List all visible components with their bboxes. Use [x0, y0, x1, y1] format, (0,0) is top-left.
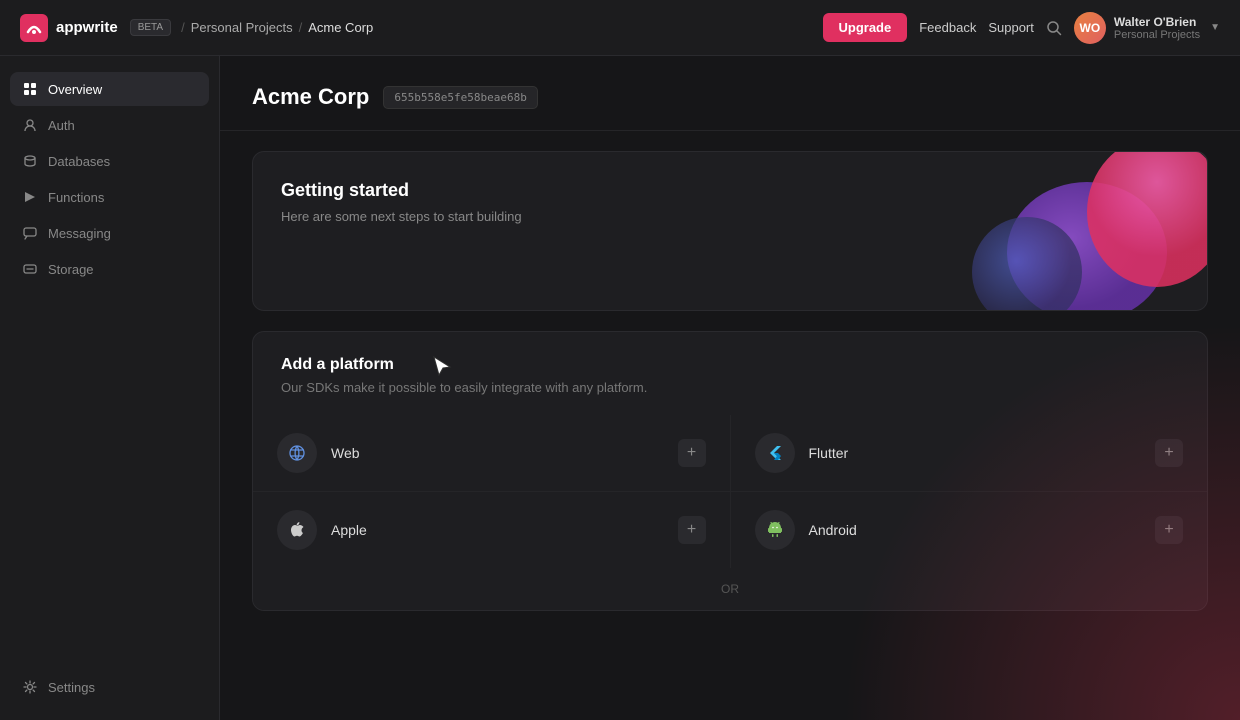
project-id-badge[interactable]: 655b558e5fe58beae68b: [383, 86, 537, 109]
web-platform-label: Web: [331, 445, 664, 461]
user-menu[interactable]: WO Walter O'Brien Personal Projects ▼: [1074, 12, 1220, 44]
android-platform-label: Android: [809, 522, 1142, 538]
storage-icon: [22, 261, 38, 277]
sidebar-bottom: Settings: [0, 660, 219, 704]
platform-grid: Web + Flutter +: [253, 415, 1207, 568]
platform-header: Add a platform Our SDKs make it possible…: [253, 332, 1207, 395]
apple-add-button[interactable]: +: [678, 516, 706, 544]
upgrade-button[interactable]: Upgrade: [823, 13, 908, 42]
apple-platform-icon: [277, 510, 317, 550]
beta-badge: BETA: [130, 19, 171, 36]
search-button[interactable]: [1046, 20, 1062, 36]
sidebar-item-auth-label: Auth: [48, 118, 75, 133]
breadcrumb-current: Acme Corp: [308, 20, 373, 35]
platform-subtitle: Our SDKs make it possible to easily inte…: [281, 380, 647, 395]
sidebar-item-databases-label: Databases: [48, 154, 110, 169]
breadcrumb-sep2: /: [299, 20, 303, 35]
main-layout: Overview Auth Database: [0, 56, 1240, 720]
main-content: Acme Corp 655b558e5fe58beae68b Getting s…: [220, 56, 1240, 720]
breadcrumb-personal-projects[interactable]: Personal Projects: [191, 20, 293, 35]
getting-started-title: Getting started: [281, 180, 750, 201]
platform-container: Add a platform Our SDKs make it possible…: [252, 331, 1208, 611]
project-title: Acme Corp: [252, 84, 369, 110]
platform-item-web[interactable]: Web +: [253, 415, 730, 491]
chevron-down-icon: ▼: [1210, 22, 1220, 33]
feedback-button[interactable]: Feedback: [919, 20, 976, 35]
flutter-platform-icon: [755, 433, 795, 473]
messaging-icon: [22, 225, 38, 241]
flutter-platform-label: Flutter: [809, 445, 1142, 461]
android-add-button[interactable]: +: [1155, 516, 1183, 544]
sidebar: Overview Auth Database: [0, 56, 220, 720]
navbar-right: Upgrade Feedback Support WO Walter O'Bri…: [823, 12, 1221, 44]
avatar: WO: [1074, 12, 1106, 44]
logo: appwrite BETA: [20, 14, 171, 42]
sidebar-item-settings[interactable]: Settings: [10, 670, 209, 704]
sidebar-item-overview-label: Overview: [48, 82, 102, 97]
platform-section: Add a platform Our SDKs make it possible…: [220, 331, 1240, 631]
sidebar-item-functions-label: Functions: [48, 190, 104, 205]
project-header: Acme Corp 655b558e5fe58beae68b: [220, 56, 1240, 131]
platform-item-flutter[interactable]: Flutter +: [731, 415, 1208, 491]
sidebar-item-messaging[interactable]: Messaging: [10, 216, 209, 250]
navbar: appwrite BETA / Personal Projects / Acme…: [0, 0, 1240, 56]
sidebar-item-auth[interactable]: Auth: [10, 108, 209, 142]
apple-platform-label: Apple: [331, 522, 664, 538]
support-button[interactable]: Support: [988, 20, 1034, 35]
platform-item-apple[interactable]: Apple +: [253, 492, 730, 568]
overview-icon: [22, 81, 38, 97]
sidebar-item-functions[interactable]: Functions: [10, 180, 209, 214]
getting-started-subtitle: Here are some next steps to start buildi…: [281, 209, 750, 224]
sidebar-item-messaging-label: Messaging: [48, 226, 111, 241]
databases-icon: [22, 153, 38, 169]
settings-icon: [22, 679, 38, 695]
appwrite-logo-icon: [20, 14, 48, 42]
auth-icon: [22, 117, 38, 133]
user-org: Personal Projects: [1114, 29, 1200, 41]
functions-icon: [22, 189, 38, 205]
user-name: Walter O'Brien: [1114, 15, 1200, 29]
web-platform-icon: [277, 433, 317, 473]
sidebar-item-storage[interactable]: Storage: [10, 252, 209, 286]
breadcrumb: / Personal Projects / Acme Corp: [181, 20, 373, 35]
sidebar-item-overview[interactable]: Overview: [10, 72, 209, 106]
decorative-blob: [927, 151, 1208, 311]
flutter-add-button[interactable]: +: [1155, 439, 1183, 467]
sidebar-item-storage-label: Storage: [48, 262, 94, 277]
breadcrumb-sep1: /: [181, 20, 185, 35]
android-platform-icon: [755, 510, 795, 550]
sidebar-nav: Overview Auth Database: [0, 72, 219, 660]
platform-title: Add a platform: [281, 356, 647, 374]
app-name: appwrite: [56, 19, 118, 36]
web-add-button[interactable]: +: [678, 439, 706, 467]
or-divider: OR: [253, 568, 1207, 610]
sidebar-item-databases[interactable]: Databases: [10, 144, 209, 178]
sidebar-item-settings-label: Settings: [48, 680, 95, 695]
platform-item-android[interactable]: Android +: [731, 492, 1208, 568]
search-icon: [1046, 20, 1062, 36]
getting-started-section: Getting started Here are some next steps…: [252, 151, 1208, 311]
